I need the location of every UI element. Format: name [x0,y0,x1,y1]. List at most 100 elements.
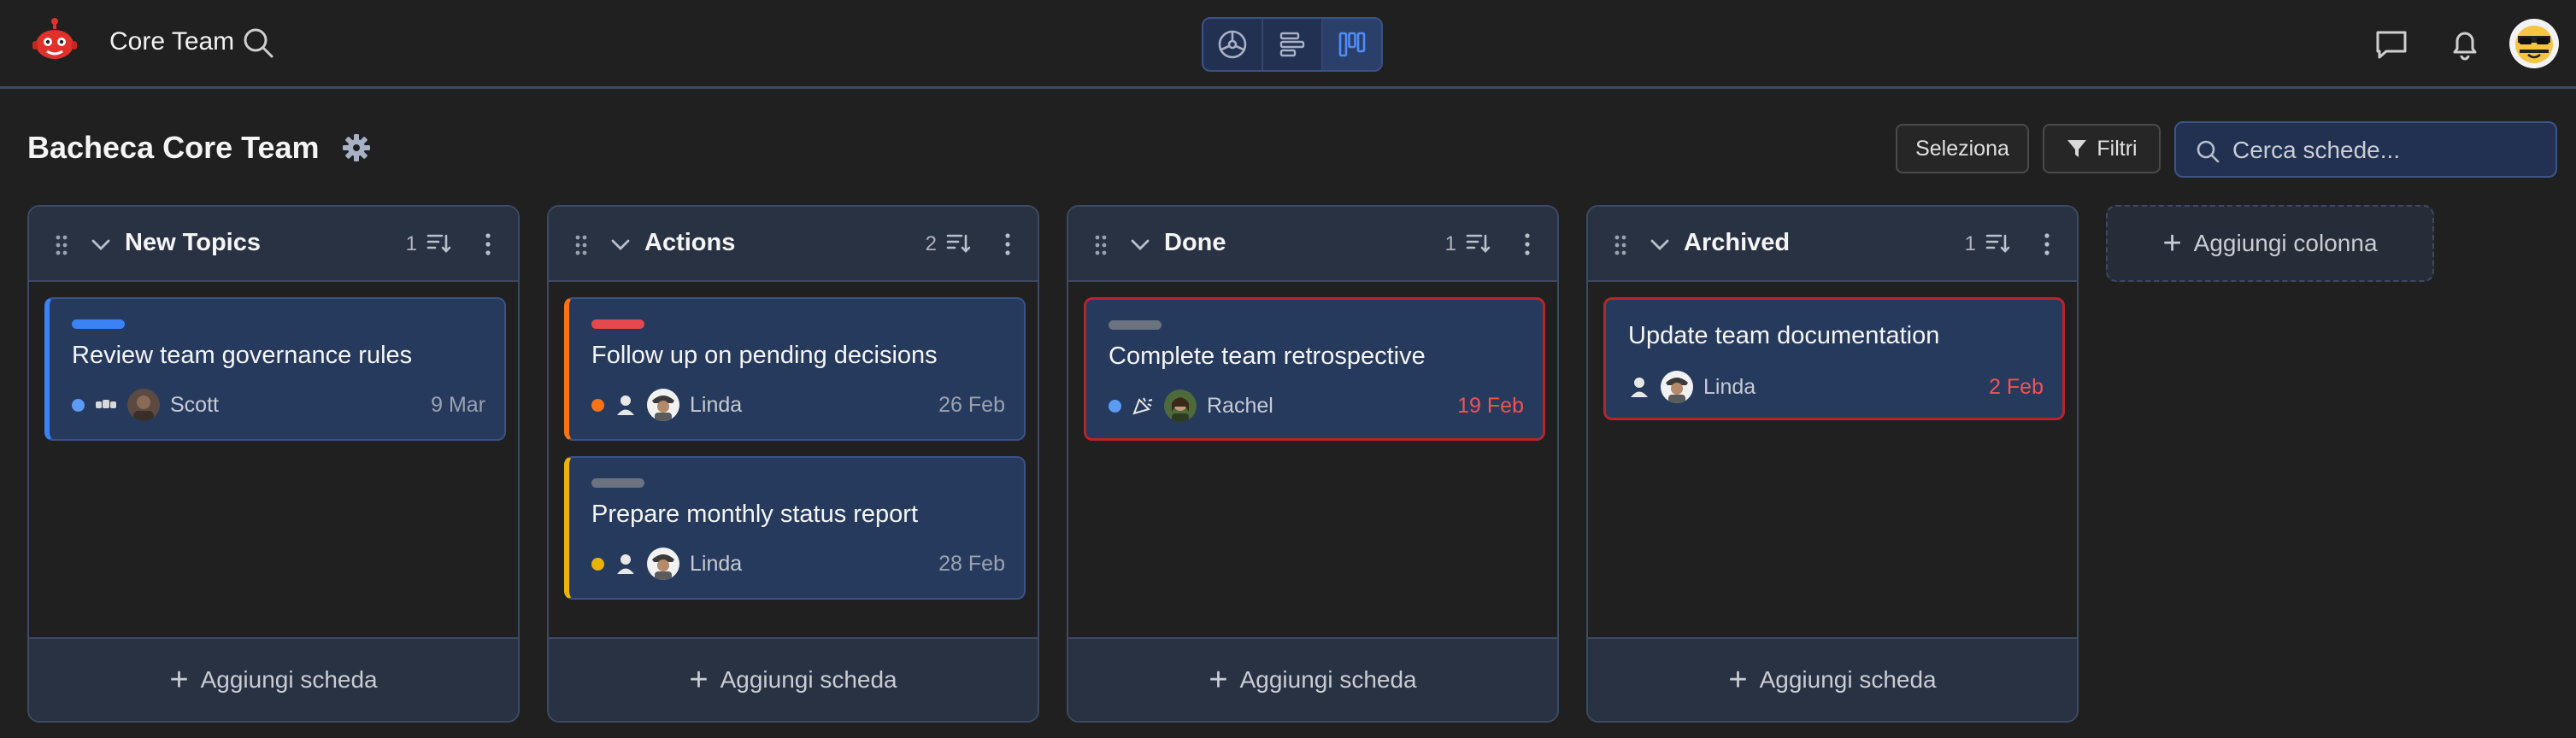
select-button[interactable]: Seleziona [1896,124,2029,173]
filters-label: Filtri [2097,136,2138,161]
view-switcher [1202,17,1383,72]
card-label-strip [1109,320,1162,330]
add-card-button[interactable]: + Aggiungi scheda [549,637,1038,721]
column-card-count: 1 [1964,232,1976,255]
card-label-strip [591,319,644,329]
filters-button[interactable]: Filtri [2043,124,2161,173]
column-header: Done 1 [1068,207,1557,282]
card-due-date: 26 Feb [938,393,1005,417]
card-title: Review team governance rules [72,342,413,369]
team-name[interactable]: Core Team [109,27,234,56]
more-options-icon[interactable] [1523,232,1532,256]
plus-icon: + [2162,226,2182,261]
card-meta: Linda [1628,370,1756,404]
more-options-icon[interactable] [484,232,492,256]
kanban-view-button[interactable] [1323,19,1381,70]
priority-dot [591,398,604,412]
card-search-input[interactable] [2232,132,2540,169]
column-title: Done [1164,229,1226,256]
user-icon [1631,378,1648,397]
drag-handle-icon[interactable] [1614,234,1627,256]
sort-icon[interactable] [945,231,971,255]
card[interactable]: Complete team retrospective Rachel 19 Fe… [1084,297,1545,441]
search-icon[interactable] [241,26,275,60]
add-card-button[interactable]: + Aggiungi scheda [1068,637,1557,721]
assignee-avatar [1661,371,1693,403]
chevron-down-icon[interactable] [91,236,111,253]
list-view-button[interactable] [1263,19,1323,70]
card[interactable]: Follow up on pending decisions Linda 26 … [564,297,1026,441]
dashboard-icon [1218,30,1247,59]
board-title: Bacheca Core Team [27,130,320,165]
column-new-topics: New Topics 1 Review team governance rule… [27,205,520,723]
assignee-avatar [127,389,160,421]
bell-icon[interactable] [2446,26,2484,63]
assignee-avatar [647,548,679,580]
assignee-name: Linda [690,392,743,417]
card-meta: Rachel [1109,389,1273,423]
filter-icon [2067,140,2087,157]
card-title: Complete team retrospective [1109,343,1426,370]
chat-icon[interactable] [2373,26,2410,63]
priority-dot [1109,399,1121,413]
card-meta: Linda [591,547,742,581]
plus-icon: + [689,662,709,698]
column-card-count: 1 [1444,232,1456,255]
card-due-date: 19 Feb [1457,394,1524,418]
card-title: Prepare monthly status report [591,501,919,528]
card[interactable]: Update team documentation Linda 2 Feb [1603,297,2065,420]
user-icon [617,395,634,415]
more-options-icon[interactable] [1003,232,1012,256]
sort-icon[interactable] [426,231,451,255]
board-settings-gear-icon[interactable] [342,133,371,162]
drag-handle-icon[interactable] [574,234,588,256]
team-members-icon [96,400,116,408]
column-archived: Archived 1 Update team documentation Lin… [1586,205,2079,723]
card[interactable]: Prepare monthly status report Linda 28 F… [564,456,1026,600]
drag-handle-icon[interactable] [55,234,68,256]
add-card-label: Aggiungi scheda [1759,666,1937,693]
party-icon [1132,397,1153,415]
assignee-avatar [1164,390,1197,422]
add-card-label: Aggiungi scheda [1239,666,1417,693]
card[interactable]: Review team governance rules Scott 9 Mar [44,297,506,441]
column-title: New Topics [125,229,261,256]
card-title: Follow up on pending decisions [591,342,938,369]
assignee-name: Scott [170,392,219,417]
sort-icon[interactable] [1985,231,2010,255]
dashboard-view-button[interactable] [1203,19,1263,70]
card-search-box [2174,121,2557,178]
assignee-name: Rachel [1207,393,1273,418]
add-card-button[interactable]: + Aggiungi scheda [1588,637,2077,721]
add-column-button[interactable]: + Aggiungi colonna [2106,205,2434,282]
assignee-name: Linda [690,551,743,576]
card-label-strip [591,478,644,488]
chevron-down-icon[interactable] [1130,236,1150,253]
user-icon [617,554,634,574]
plus-icon: + [1209,662,1228,698]
sort-icon[interactable] [1465,231,1491,255]
avatar[interactable] [2509,19,2559,68]
add-card-label: Aggiungi scheda [720,666,897,693]
chevron-down-icon[interactable] [610,236,631,253]
robot-logo-icon[interactable] [31,17,79,65]
add-card-button[interactable]: + Aggiungi scheda [29,637,518,721]
card-due-date: 2 Feb [1989,375,2044,399]
card-meta: Linda [591,388,742,422]
plus-icon: + [1728,662,1748,698]
kanban-icon [1338,32,1366,57]
column-header: Actions 2 [549,207,1038,282]
priority-dot [72,398,85,412]
chevron-down-icon[interactable] [1650,236,1670,253]
column-done: Done 1 Complete team retrospective Rache… [1067,205,1559,723]
search-icon [2197,140,2220,163]
more-options-icon[interactable] [2043,232,2051,256]
column-title: Archived [1684,229,1791,256]
column-card-count: 1 [405,232,417,255]
card-due-date: 9 Mar [431,393,485,417]
drag-handle-icon[interactable] [1094,234,1108,256]
card-due-date: 28 Feb [938,552,1005,576]
add-card-label: Aggiungi scheda [200,666,378,693]
plus-icon: + [169,662,189,698]
column-header: Archived 1 [1588,207,2077,282]
